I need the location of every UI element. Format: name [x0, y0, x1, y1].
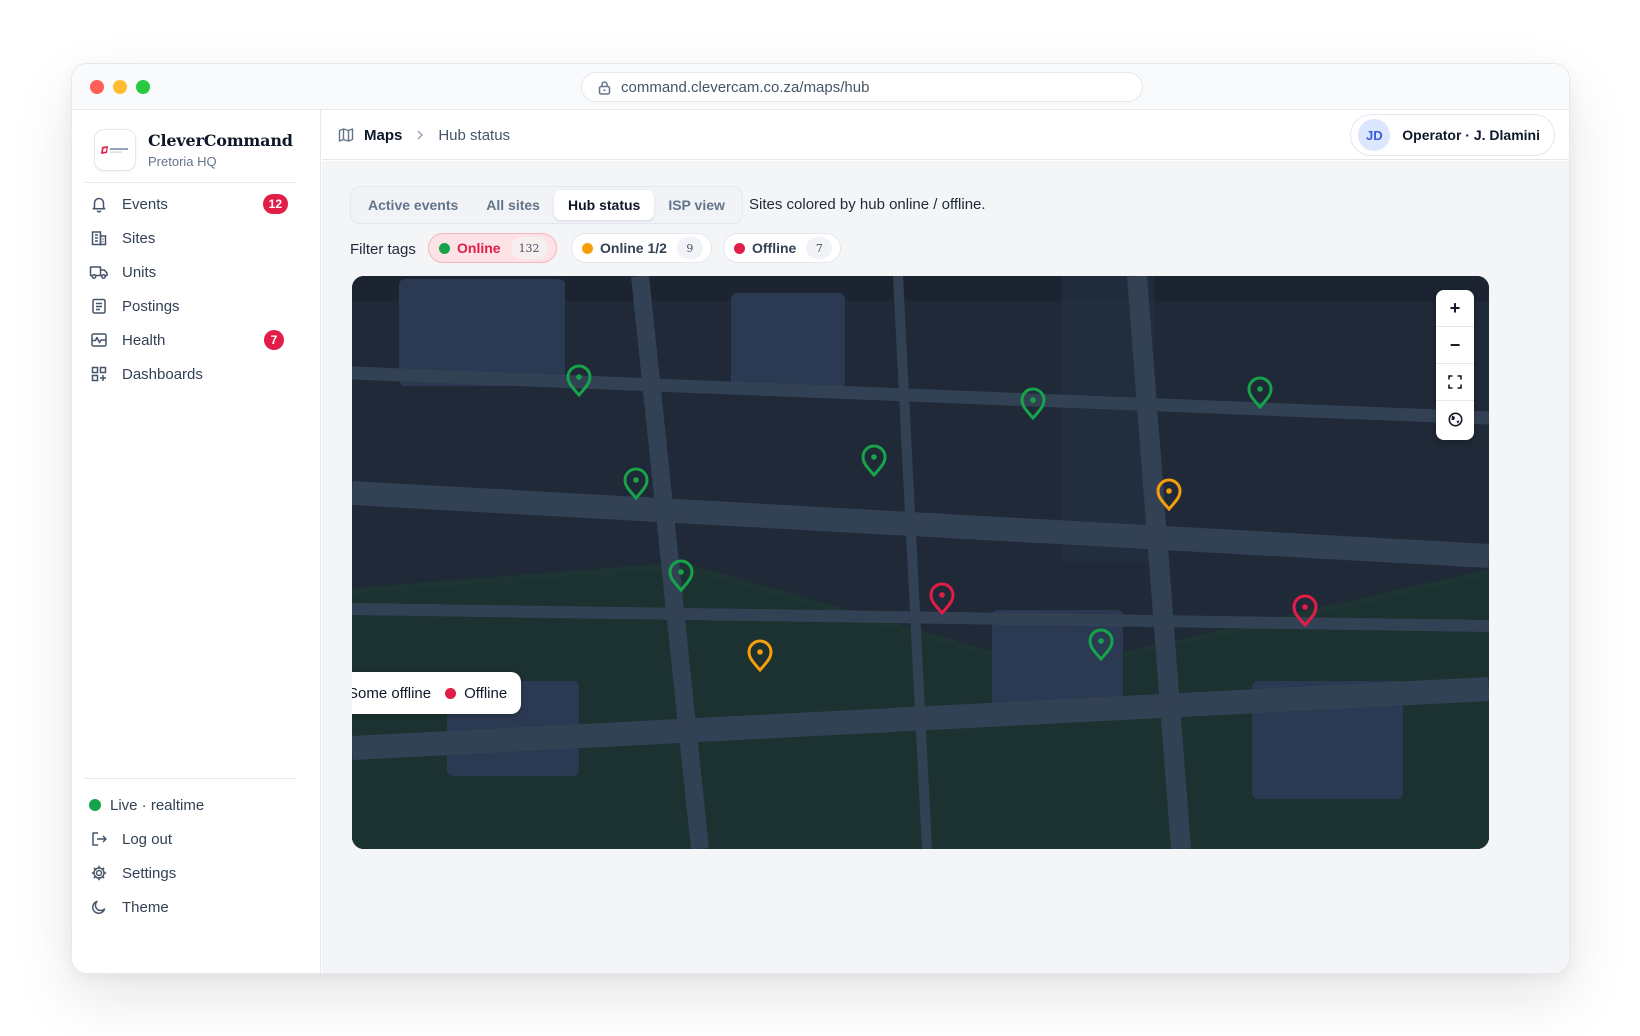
- sidebar-item-postings[interactable]: Postings: [88, 291, 288, 321]
- filter-chip-label: Online 1/2: [600, 240, 667, 256]
- legend-offline-label: Offline: [464, 684, 508, 702]
- events-count-badge: 12: [262, 194, 288, 214]
- clipboard-icon: [88, 297, 110, 315]
- gear-icon: [88, 864, 110, 882]
- tab-all-sites[interactable]: All sites: [472, 190, 554, 220]
- logout-button[interactable]: Log out: [88, 824, 288, 854]
- sidebar-item-label: Events: [122, 195, 168, 213]
- breadcrumb-current: Hub status: [438, 126, 511, 144]
- brand-logo: [94, 129, 136, 171]
- sidebar-item-label: Dashboards: [122, 365, 203, 383]
- status-dot: [88, 798, 102, 812]
- theme-label: Theme: [122, 898, 169, 916]
- sidebar-item-label: Postings: [122, 297, 180, 315]
- settings-button[interactable]: Settings: [88, 858, 288, 888]
- tab-active-events[interactable]: Active events: [354, 190, 472, 220]
- online-dot: [439, 242, 450, 254]
- truck-icon: [88, 263, 110, 281]
- logout-label: Log out: [122, 830, 173, 848]
- brand-subtitle: Pretoria HQ: [148, 154, 217, 169]
- health-count-badge: 7: [264, 330, 284, 350]
- maximize-window-button[interactable]: [136, 80, 150, 94]
- filter-chip-offline[interactable]: Offline 7: [723, 233, 842, 263]
- lock-icon: [598, 80, 611, 95]
- fullscreen-button[interactable]: [1436, 364, 1474, 401]
- tab-isp-view[interactable]: ISP view: [654, 190, 739, 220]
- map-icon: [338, 128, 354, 142]
- filter-chip-count: 7: [806, 237, 833, 259]
- dashboard-icon: [88, 365, 110, 383]
- sidebar-item-sites[interactable]: Sites: [88, 223, 288, 253]
- offline-dot: [734, 242, 745, 254]
- brand[interactable]: CleverCommand Pretoria HQ: [94, 129, 293, 171]
- brand-name: CleverCommand: [148, 131, 293, 150]
- filter-label: Filter tags: [350, 241, 416, 258]
- top-header: Maps Hub status JD Operator · J. Dlamini: [322, 110, 1569, 160]
- moon-icon: [88, 898, 110, 916]
- address-bar[interactable]: command.clevercam.co.za/maps/hub: [581, 72, 1143, 102]
- zoom-out-button[interactable]: −: [1436, 327, 1474, 364]
- settings-label: Settings: [122, 864, 177, 882]
- globe-icon: [1448, 412, 1462, 427]
- main-content: Active events All sites Hub status ISP v…: [322, 161, 1569, 973]
- sidebar: CleverCommand Pretoria HQ Events 12 Site…: [72, 110, 321, 973]
- legend-partial-label: Some offline: [352, 684, 432, 702]
- sidebar-item-dashboards[interactable]: Dashboards: [88, 359, 288, 389]
- close-window-button[interactable]: [90, 80, 104, 94]
- building-icon: [88, 229, 110, 247]
- offline-dot: [445, 687, 457, 699]
- avatar: JD: [1358, 119, 1391, 151]
- filter-chip-count: 132: [510, 237, 548, 259]
- filter-chip-count: 9: [676, 237, 703, 259]
- filter-chip-label: Offline: [752, 240, 797, 256]
- globe-button[interactable]: [1436, 401, 1474, 438]
- zoom-in-button[interactable]: +: [1436, 290, 1474, 327]
- pulse-icon: [88, 331, 110, 349]
- sidebar-item-health[interactable]: Health 7: [88, 325, 288, 355]
- live-status-label: Live · realtime: [110, 796, 205, 814]
- partial-dot: [582, 242, 593, 254]
- sidebar-item-label: Units: [122, 263, 157, 281]
- sidebar-item-units[interactable]: Units: [88, 257, 288, 287]
- map-canvas[interactable]: + − Some offline Offline: [352, 276, 1489, 849]
- sidebar-item-label: Sites: [122, 229, 156, 247]
- breadcrumb-maps[interactable]: Maps: [364, 127, 402, 144]
- fullscreen-icon: [1448, 375, 1462, 389]
- breadcrumb: Maps Hub status: [338, 110, 510, 160]
- filter-chip-online-half[interactable]: Online 1/2 9: [571, 233, 712, 263]
- logout-icon: [88, 830, 110, 848]
- tab-hub-status[interactable]: Hub status: [553, 190, 655, 220]
- filter-chip-online[interactable]: Online 132: [428, 233, 557, 263]
- title-bar: command.clevercam.co.za/maps/hub: [72, 64, 1569, 110]
- user-menu[interactable]: JD Operator · J. Dlamini: [1350, 114, 1555, 156]
- minimize-window-button[interactable]: [113, 80, 127, 94]
- browser-window: command.clevercam.co.za/maps/hub CleverC…: [71, 63, 1570, 974]
- user-name: Operator · J. Dlamini: [1402, 127, 1540, 143]
- map-tabs: Active events All sites Hub status ISP v…: [350, 186, 743, 224]
- filter-chip-label: Online: [457, 240, 501, 256]
- theme-toggle[interactable]: Theme: [88, 892, 288, 922]
- sidebar-item-label: Health: [122, 331, 166, 349]
- map-tiles: [352, 276, 1489, 849]
- divider: [84, 778, 297, 779]
- divider: [84, 182, 297, 183]
- view-description: Sites colored by hub online / offline.: [749, 196, 986, 213]
- url-text: command.clevercam.co.za/maps/hub: [621, 78, 870, 96]
- map-legend: Some offline Offline: [352, 672, 522, 714]
- live-status: Live · realtime: [88, 790, 288, 820]
- sidebar-item-events[interactable]: Events 12: [88, 189, 288, 219]
- map-controls: + −: [1436, 290, 1474, 440]
- bell-icon: [88, 195, 110, 213]
- chevron-right-icon: [416, 127, 424, 144]
